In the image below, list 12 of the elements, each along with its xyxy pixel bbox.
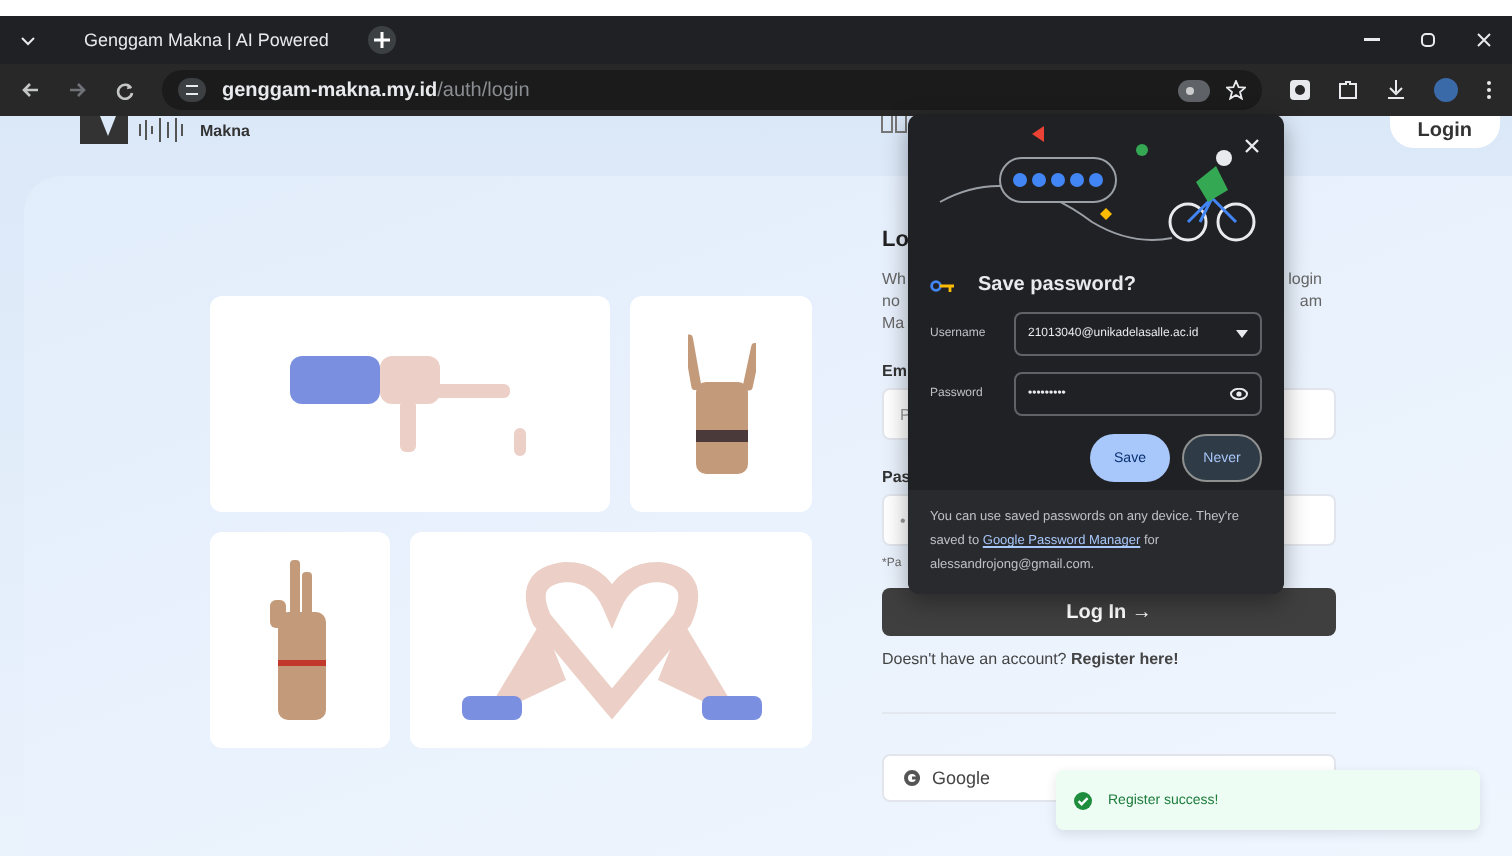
register-prompt: Doesn't have an account? Register here! <box>882 650 1181 668</box>
url-text: genggam-makna.my.id/auth/login <box>222 79 530 101</box>
brand-name: Makna <box>200 121 250 139</box>
description-text: no <box>882 290 900 312</box>
description-text: Ma <box>882 312 905 334</box>
tab-title: Genggam Makna | AI Powered <box>84 30 329 50</box>
description-text: login <box>1288 268 1322 290</box>
description-text: am <box>1299 290 1322 312</box>
description-text: Wh <box>882 268 906 290</box>
email-label: Em <box>882 362 909 380</box>
form-title: Lo <box>882 228 909 256</box>
dialog-title: Save password? <box>978 274 1136 296</box>
